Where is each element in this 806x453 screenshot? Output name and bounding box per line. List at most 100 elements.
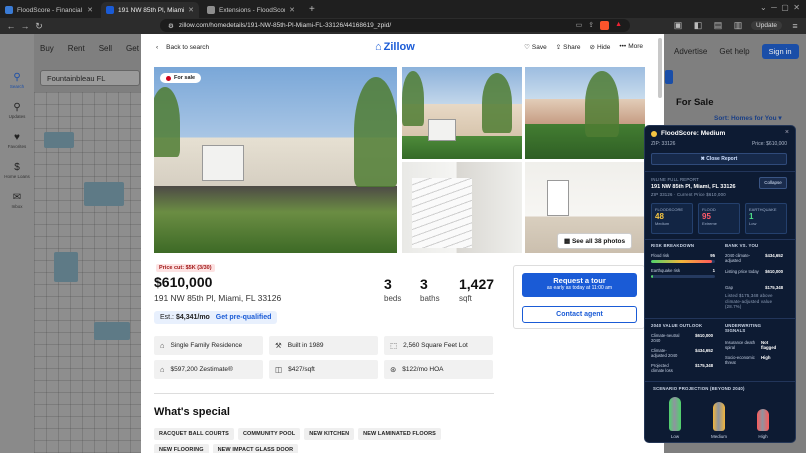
scenario-title: SCENARIO PROJECTION (BEYOND 2040) bbox=[653, 386, 745, 391]
fact-text: Built in 1989 bbox=[287, 342, 324, 349]
new-tab-icon[interactable]: + bbox=[303, 2, 321, 18]
sign-in-button[interactable]: Sign in bbox=[761, 44, 799, 59]
contact-agent-button[interactable]: Contact agent bbox=[522, 306, 637, 323]
hoa-icon: ⊛ bbox=[390, 365, 397, 374]
card-desc: Low bbox=[749, 221, 757, 226]
card-desc: Medium bbox=[655, 221, 670, 226]
modal-header: ‹ Back to search ⌂ Zillow ♡ Save ⇪ Share ⊘… bbox=[141, 34, 664, 64]
tab-zillow-listing[interactable]: 191 NW 85th Pl, Miami, FL 3... ✕ bbox=[101, 2, 199, 18]
share-url-icon[interactable]: ⇪ bbox=[588, 21, 594, 30]
back-to-search-link[interactable]: ‹ Back to search bbox=[156, 44, 209, 51]
rail-favorites[interactable]: ♥ Favorites bbox=[0, 132, 34, 149]
tab-title: Extensions - FloodScore bbox=[219, 6, 286, 14]
rewards-icon[interactable]: ▲ bbox=[615, 21, 622, 30]
url-text[interactable]: zillow.com/homedetails/191-NW-85th-Pl-Mi… bbox=[179, 22, 391, 29]
window-controls-icon[interactable]: ⌄ ─ ▢ ✕ bbox=[760, 3, 800, 12]
close-report-button[interactable]: ✖ Close Report bbox=[651, 153, 787, 165]
hide-button[interactable]: ⊘ Hide bbox=[590, 43, 611, 51]
nav-buy[interactable]: Buy bbox=[40, 44, 54, 53]
save-button[interactable]: ♡ Save bbox=[524, 43, 547, 51]
bank-row-label: Gap bbox=[725, 285, 733, 290]
vpn-icon[interactable]: ◧ bbox=[691, 20, 705, 31]
wallet-icon[interactable]: ▥ bbox=[731, 20, 745, 31]
floodscore-title-text: FloodScore: Medium bbox=[661, 130, 726, 137]
feature-tag: COMMUNITY POOL bbox=[237, 428, 301, 440]
listing-price: $610,000 bbox=[154, 274, 213, 290]
update-button[interactable]: Update bbox=[751, 21, 782, 30]
close-tab-icon[interactable]: ✕ bbox=[87, 6, 93, 14]
modal-scrollbar[interactable] bbox=[658, 38, 662, 98]
outlook-row-value: $175,348 bbox=[695, 363, 713, 368]
bank-row-value: $434,652 bbox=[765, 253, 783, 258]
nav-get-help[interactable]: Get help bbox=[719, 47, 749, 56]
scenario-medium-label: Medium bbox=[710, 434, 727, 439]
card-number: 1 bbox=[749, 212, 754, 221]
map-water bbox=[84, 182, 124, 206]
close-icon[interactable]: × bbox=[785, 129, 789, 136]
collapse-button[interactable]: Collapse bbox=[759, 177, 787, 189]
extensions-icon[interactable]: ▣ bbox=[671, 20, 685, 31]
fact-lot-size: ⬚ 2,560 Square Feet Lot bbox=[384, 336, 493, 355]
zillow-logo[interactable]: ⌂ Zillow bbox=[375, 41, 415, 53]
baths-value: 3 bbox=[420, 276, 428, 292]
left-rail: ⚲ Search ⚲ Updates ♥ Favorites $ Home Loans … bbox=[0, 34, 34, 453]
location-search-input[interactable]: Fountainbleau FL bbox=[40, 70, 140, 86]
rail-search[interactable]: ⚲ Search bbox=[0, 72, 34, 89]
house-icon: ⌂ bbox=[160, 341, 165, 350]
fact-hoa: ⊛ $122/mo HOA bbox=[384, 360, 493, 379]
nav-rent[interactable]: Rent bbox=[68, 44, 85, 53]
bank-row-value: $610,000 bbox=[765, 269, 783, 274]
share-button[interactable]: ⇪ Share bbox=[556, 43, 581, 51]
sort-dropdown[interactable]: Sort: Homes for You ▾ bbox=[714, 114, 782, 122]
sidebar-icon[interactable]: ▤ bbox=[711, 20, 725, 31]
more-button[interactable]: ••• More bbox=[619, 43, 643, 51]
forward-icon[interactable]: → bbox=[18, 21, 32, 31]
fact-zestimate[interactable]: ⌂ $597,200 Zestimate® bbox=[154, 360, 263, 379]
close-tab-icon[interactable]: ✕ bbox=[289, 6, 295, 14]
updates-icon: ⚲ bbox=[13, 102, 21, 113]
card-desc: Extreme bbox=[702, 221, 717, 226]
underwriting-row-value: Not flagged bbox=[761, 340, 777, 350]
photo-exterior-front[interactable] bbox=[402, 67, 522, 159]
install-app-icon[interactable]: ▭ bbox=[576, 21, 583, 30]
est-value[interactable]: $4,341/mo bbox=[176, 314, 210, 321]
sqft-label: sqft bbox=[459, 294, 472, 303]
baths-label: baths bbox=[420, 294, 440, 303]
photo-staircase[interactable] bbox=[402, 162, 522, 253]
see-all-photos-button[interactable]: ▦ See all 38 photos bbox=[557, 233, 633, 249]
close-tab-icon[interactable]: ✕ bbox=[188, 6, 194, 14]
tab-extensions[interactable]: Extensions - FloodScore ✕ bbox=[202, 2, 300, 18]
search-icon: ⚲ bbox=[13, 72, 21, 83]
rail-updates[interactable]: ⚲ Updates bbox=[0, 102, 34, 119]
filter-button[interactable] bbox=[665, 70, 673, 84]
rail-home-loans[interactable]: $ Home Loans bbox=[0, 162, 34, 179]
brave-shields-icon[interactable] bbox=[600, 21, 610, 30]
site-info-icon[interactable]: ⚙ bbox=[168, 22, 174, 30]
address-bar[interactable]: ⚙ zillow.com/homedetails/191-NW-85th-Pl-… bbox=[160, 19, 630, 32]
fact-text: Single Family Residence bbox=[170, 342, 243, 349]
nav-sell[interactable]: Sell bbox=[99, 44, 112, 53]
feature-tag: NEW KITCHEN bbox=[304, 428, 355, 440]
menu-icon[interactable]: ≡ bbox=[788, 21, 802, 31]
photo-exterior-angle[interactable] bbox=[525, 67, 645, 159]
hide-icon: ⊘ bbox=[589, 44, 595, 51]
rail-label: Favorites bbox=[7, 144, 27, 149]
floodscore-panel: FloodScore: Medium × ZIP: 33126 Price: $… bbox=[644, 125, 796, 443]
reload-icon[interactable]: ↻ bbox=[32, 21, 46, 32]
main-photo[interactable] bbox=[154, 67, 397, 253]
request-tour-button[interactable]: Request a tour as early as today at 11:0… bbox=[522, 273, 637, 297]
underwriting-row-label: Insurance death spiral bbox=[725, 340, 756, 350]
inline-report-label: INLINE FULL REPORT bbox=[651, 177, 700, 182]
prequalify-link[interactable]: Get pre-qualified bbox=[216, 314, 272, 321]
tab-floodscore[interactable]: FloodScore - Financial Transparency ✕ bbox=[0, 2, 98, 18]
risk-level-dot-icon bbox=[651, 130, 657, 137]
map-view[interactable] bbox=[34, 92, 146, 453]
rail-inbox[interactable]: ✉ Inbox bbox=[0, 192, 34, 209]
back-icon[interactable]: ← bbox=[4, 21, 18, 31]
nav-advertise[interactable]: Advertise bbox=[674, 47, 707, 56]
palm-tree bbox=[154, 87, 180, 157]
floodscore-price: Price: $610,000 bbox=[751, 141, 787, 147]
zillow-z-icon: ⌂ bbox=[375, 41, 382, 53]
map-water bbox=[94, 322, 130, 340]
fact-text: $122/mo HOA bbox=[402, 366, 444, 373]
